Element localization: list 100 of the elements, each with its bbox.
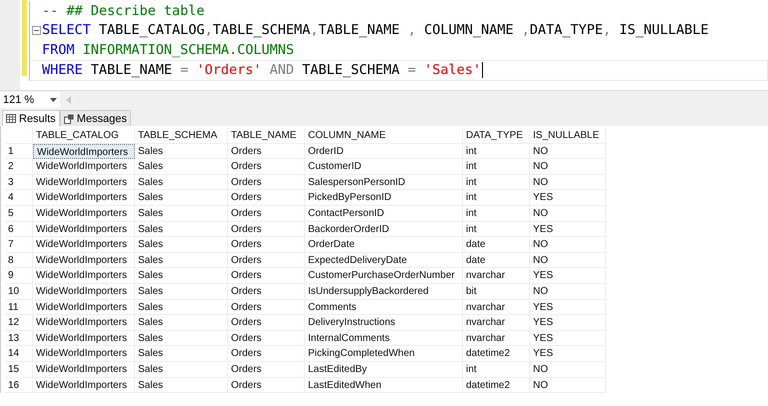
table-cell: Orders bbox=[228, 206, 305, 222]
table-cell: Sales bbox=[135, 284, 228, 300]
table-cell: Sales bbox=[135, 222, 228, 238]
table-cell: WideWorldImporters bbox=[33, 144, 135, 160]
table-cell: Orders bbox=[228, 362, 305, 378]
table-cell: nvarchar bbox=[463, 300, 530, 316]
table-cell: YES bbox=[530, 300, 606, 316]
row-number: 6 bbox=[5, 222, 33, 238]
table-cell: Orders bbox=[228, 315, 305, 331]
table-cell: NO bbox=[530, 378, 606, 394]
table-cell: NO bbox=[530, 284, 606, 300]
table-cell: NO bbox=[530, 252, 606, 268]
row-number: 3 bbox=[5, 174, 33, 190]
table-cell: ExpectedDeliveryDate bbox=[305, 252, 463, 268]
table-cell: WideWorldImporters bbox=[33, 222, 135, 238]
table-cell: WideWorldImporters bbox=[33, 378, 135, 394]
row-number: 11 bbox=[5, 300, 33, 316]
table-cell: int bbox=[463, 206, 530, 222]
table-cell: WideWorldImporters bbox=[33, 206, 135, 222]
table-cell: OrderID bbox=[305, 144, 463, 160]
table-cell: Sales bbox=[135, 159, 228, 175]
code-line: FROM INFORMATION_SCHEMA.COLUMNS bbox=[42, 42, 294, 58]
column-header[interactable]: TABLE_NAME bbox=[228, 128, 305, 144]
table-cell: IsUndersupplyBackordered bbox=[305, 284, 463, 300]
table-cell: WideWorldImporters bbox=[33, 252, 135, 268]
column-header[interactable]: IS_NULLABLE bbox=[530, 128, 606, 144]
table-cell: WideWorldImporters bbox=[33, 159, 135, 175]
table-cell: WideWorldImporters bbox=[33, 315, 135, 331]
table-cell: datetime2 bbox=[463, 378, 530, 394]
table-cell: OrderDate bbox=[305, 237, 463, 253]
table-cell: Orders bbox=[228, 237, 305, 253]
zoom-dropdown[interactable]: 121 % bbox=[0, 92, 60, 108]
table-cell: Orders bbox=[228, 268, 305, 284]
table-cell: YES bbox=[530, 222, 606, 238]
table-cell: Orders bbox=[228, 144, 305, 160]
grid-icon bbox=[6, 114, 16, 123]
table-cell: Sales bbox=[135, 237, 228, 253]
row-number: 2 bbox=[5, 159, 33, 175]
table-cell: Comments bbox=[305, 300, 463, 316]
table-cell: LastEditedWhen bbox=[305, 378, 463, 394]
column-header[interactable]: TABLE_CATALOG bbox=[33, 128, 135, 144]
table-cell: YES bbox=[530, 330, 606, 346]
table-cell: int bbox=[463, 362, 530, 378]
column-header[interactable]: TABLE_SCHEMA bbox=[135, 128, 228, 144]
table-cell: int bbox=[463, 144, 530, 160]
collapse-icon[interactable] bbox=[32, 26, 40, 35]
table-cell: Sales bbox=[135, 252, 228, 268]
table-cell: YES bbox=[530, 346, 606, 362]
table-cell: Sales bbox=[135, 190, 228, 206]
table-cell: Orders bbox=[228, 330, 305, 346]
table-cell: PickedByPersonID bbox=[305, 190, 463, 206]
table-cell: Sales bbox=[135, 362, 228, 378]
table-cell: WideWorldImporters bbox=[33, 300, 135, 316]
column-header[interactable]: COLUMN_NAME bbox=[305, 128, 463, 144]
table-cell: PickingCompletedWhen bbox=[305, 346, 463, 362]
table-cell: Sales bbox=[135, 144, 228, 160]
table-cell: Sales bbox=[135, 330, 228, 346]
table-cell: date bbox=[463, 237, 530, 253]
row-number: 9 bbox=[5, 268, 33, 284]
row-number: 5 bbox=[5, 206, 33, 222]
column-header[interactable]: DATA_TYPE bbox=[463, 128, 530, 144]
code-line: WHERE TABLE_NAME = 'Orders' AND TABLE_SCHEMA = 'Sales' bbox=[42, 62, 483, 78]
table-cell: InternalComments bbox=[305, 330, 463, 346]
table-cell: datetime2 bbox=[463, 346, 530, 362]
table-cell: Orders bbox=[228, 159, 305, 175]
table-cell: Orders bbox=[228, 300, 305, 316]
row-number: 10 bbox=[5, 284, 33, 300]
table-cell: NO bbox=[530, 206, 606, 222]
code-line: -- ## Describe table bbox=[42, 2, 205, 19]
table-cell: Sales bbox=[135, 206, 228, 222]
row-number: 14 bbox=[5, 346, 33, 362]
messages-tab[interactable]: Messages bbox=[60, 110, 131, 126]
table-cell: date bbox=[463, 252, 530, 268]
table-cell: nvarchar bbox=[463, 330, 530, 346]
table-cell: CustomerID bbox=[305, 159, 463, 175]
caret-icon bbox=[50, 98, 57, 102]
row-number: 15 bbox=[5, 362, 33, 378]
table-cell: NO bbox=[530, 237, 606, 253]
row-number: 13 bbox=[5, 330, 33, 346]
table-cell: WideWorldImporters bbox=[33, 237, 135, 253]
table-cell: BackorderOrderID bbox=[305, 222, 463, 238]
row-number: 8 bbox=[5, 252, 33, 268]
table-cell: ContactPersonID bbox=[305, 206, 463, 222]
table-cell: Sales bbox=[135, 300, 228, 316]
results-tab[interactable]: Results bbox=[2, 110, 60, 126]
table-cell: bit bbox=[463, 284, 530, 300]
table-cell: YES bbox=[530, 190, 606, 206]
table-cell: Orders bbox=[228, 378, 305, 394]
table-cell: Orders bbox=[228, 190, 305, 206]
table-cell: Orders bbox=[228, 222, 305, 238]
table-cell: WideWorldImporters bbox=[33, 174, 135, 190]
table-cell: nvarchar bbox=[463, 268, 530, 284]
table-cell: int bbox=[463, 174, 530, 190]
table-cell: WideWorldImporters bbox=[33, 330, 135, 346]
row-number: 16 bbox=[5, 378, 33, 394]
row-number: 4 bbox=[5, 190, 33, 206]
table-cell: YES bbox=[530, 315, 606, 331]
table-cell: NO bbox=[530, 159, 606, 175]
table-cell: Sales bbox=[135, 174, 228, 190]
table-cell: NO bbox=[530, 362, 606, 378]
